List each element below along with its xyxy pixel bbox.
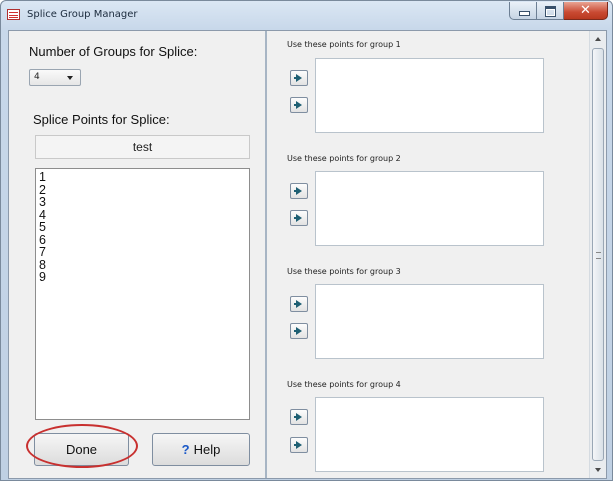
group-1-label: Use these points for group 1 [287,40,401,49]
help-icon: ? [181,442,190,457]
window-title: Splice Group Manager [27,9,138,20]
list-item[interactable]: 5 [39,221,249,234]
chevron-up-icon [595,37,601,41]
maximize-icon [545,6,556,17]
done-label: Done [65,442,98,457]
list-item[interactable]: 2 [39,183,249,197]
group-4-points-list[interactable] [315,397,544,472]
splice-app-icon [7,9,20,20]
close-icon: ✕ [580,3,591,18]
arrow-right-icon [296,74,302,82]
group-3-label: Use these points for group 3 [287,267,401,276]
arrow-right-icon [296,441,302,449]
title-bar: Splice Group Manager ✕ [1,1,612,29]
arrow-right-icon [296,413,302,421]
minimize-button[interactable] [509,2,537,20]
help-button[interactable]: ? Help [152,433,250,466]
done-button[interactable]: Done [34,433,129,466]
panel-divider[interactable] [265,31,267,478]
group-2-add-button[interactable] [290,183,308,199]
vertical-scrollbar[interactable] [589,31,606,478]
list-item[interactable]: 3 [39,196,249,209]
group-1-points-list[interactable] [315,58,544,133]
group-2-points-list[interactable] [315,171,544,246]
group-4-label: Use these points for group 4 [287,380,401,389]
group-3-add-button[interactable] [290,296,308,312]
group-1-move-button[interactable] [290,97,308,113]
arrow-right-icon [296,300,302,308]
groups-count-value: 4 [34,72,40,82]
help-label: Help [193,442,221,457]
splice-group-manager-window: Splice Group Manager ✕ Number of Groups … [0,0,613,481]
group-1-add-button[interactable] [290,70,308,86]
chevron-down-icon [67,76,73,80]
client-area: Number of Groups for Splice: 4 Splice Po… [8,30,607,479]
groups-count-dropdown[interactable]: 4 [29,69,81,86]
group-3-points-list[interactable] [315,284,544,359]
list-item[interactable]: 9 [39,271,249,284]
splice-points-list[interactable]: 123456789 [35,168,250,420]
list-item[interactable]: 1 [39,171,249,184]
group-2-label: Use these points for group 2 [287,154,401,163]
scroll-up-button[interactable] [590,31,606,47]
splice-points-label: Splice Points for Splice: [33,112,170,127]
group-3-move-button[interactable] [290,323,308,339]
group-2-move-button[interactable] [290,210,308,226]
minimize-icon [519,11,530,16]
left-panel: Number of Groups for Splice: 4 Splice Po… [11,31,263,478]
arrow-right-icon [296,187,302,195]
list-item[interactable]: 4 [39,208,249,222]
groups-count-label: Number of Groups for Splice: [29,44,198,59]
group-4-add-button[interactable] [290,409,308,425]
chevron-down-icon [595,468,601,472]
close-button[interactable]: ✕ [564,2,608,20]
arrow-right-icon [296,327,302,335]
group-4-move-button[interactable] [290,437,308,453]
maximize-button[interactable] [537,2,564,20]
scroll-down-button[interactable] [590,462,606,478]
splice-name-header: test [35,135,250,159]
grip-icon [596,252,601,259]
scroll-thumb[interactable] [592,48,604,461]
groups-panel: Use these points for group 1 Use these p… [269,31,590,478]
arrow-right-icon [296,214,302,222]
list-item[interactable]: 7 [39,246,249,259]
list-item[interactable]: 8 [39,258,249,272]
arrow-right-icon [296,101,302,109]
list-item[interactable]: 6 [39,233,249,247]
